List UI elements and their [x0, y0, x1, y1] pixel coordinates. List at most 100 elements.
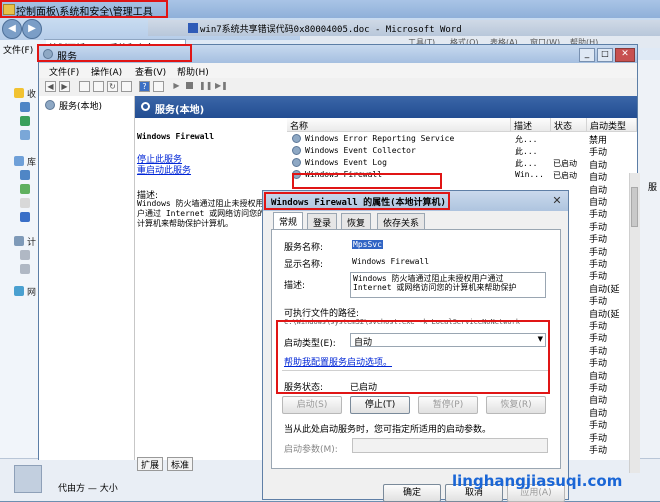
- close-button[interactable]: ✕: [615, 48, 635, 62]
- table-row[interactable]: Windows Error Reporting Service 允...: [287, 133, 627, 145]
- menu-action[interactable]: 操作(A): [91, 65, 122, 78]
- forward-icon[interactable]: ▶: [59, 81, 70, 92]
- start-params-label: 启动参数(M):: [284, 445, 338, 455]
- services-gear-icon: [45, 100, 55, 110]
- tab-extended[interactable]: 扩展: [137, 457, 164, 471]
- back-icon[interactable]: ◀: [45, 81, 56, 92]
- startup-type-cell: 手动: [589, 247, 608, 258]
- properties-icon[interactable]: [93, 81, 104, 92]
- folder-icon: [3, 4, 15, 15]
- column-header-description[interactable]: 描述: [511, 118, 551, 132]
- stop-button[interactable]: 停止(T): [350, 396, 410, 414]
- startup-type-cell: 自动: [589, 185, 608, 196]
- close-icon[interactable]: ✕: [550, 194, 564, 207]
- restart-icon[interactable]: ▶❚: [215, 81, 228, 92]
- column-label: 名称: [290, 122, 309, 132]
- restart-service-link[interactable]: 重启动此服务: [137, 163, 191, 176]
- nav-computer[interactable]: 计: [27, 235, 36, 248]
- service-name-value[interactable]: MpsSvc: [352, 240, 383, 249]
- start-params-input[interactable]: [352, 438, 548, 453]
- startup-type-cell: 手动: [589, 148, 608, 159]
- watermark: linghangjiasuqi.com: [452, 472, 623, 490]
- drive-icon: [20, 264, 30, 274]
- description-field[interactable]: Windows 防火墙通过阻止未授权用户通过 Internet 或网络访问您的计…: [350, 272, 546, 298]
- show-hide-icon[interactable]: [153, 81, 164, 92]
- button-label: 确定: [402, 488, 421, 498]
- services-app-icon: [43, 49, 53, 59]
- explorer-title: 控制面板\系统和安全\管理工具: [16, 7, 153, 18]
- startup-type-cell: 手动: [589, 334, 608, 345]
- services-pane-header: 服务(本地): [135, 96, 637, 118]
- start-params-note: 当从此处启动服务时，您可指定所适用的启动参数。: [284, 425, 492, 435]
- library-icon: [14, 156, 24, 166]
- tab-dependencies[interactable]: 依存关系: [377, 213, 426, 229]
- dialog-title-bar: Windows Firewall 的属性(本地计算机) ✕: [263, 191, 568, 211]
- start-button[interactable]: 启动(S): [282, 396, 342, 414]
- resume-button[interactable]: 恢复(R): [486, 396, 546, 414]
- console-tree-icon[interactable]: [79, 81, 90, 92]
- table-row-selected[interactable]: Windows Firewall Win... 已启动: [287, 169, 627, 181]
- start-icon[interactable]: ▶: [171, 81, 182, 92]
- forward-icon[interactable]: ▶: [22, 19, 42, 39]
- column-header-name[interactable]: 名称: [287, 118, 511, 132]
- tab-label: 登录: [313, 219, 332, 229]
- startup-type-cell: 手动: [589, 272, 608, 283]
- tab-label: 常规: [279, 218, 298, 228]
- pause-button[interactable]: 暂停(P): [418, 396, 478, 414]
- help-icon[interactable]: ?: [139, 81, 150, 92]
- services-title-bar: 服务 _ □ ✕: [39, 45, 637, 63]
- service-description: 此...: [515, 159, 538, 168]
- tab-general[interactable]: 常规: [273, 212, 304, 230]
- startup-type-cell: 自动: [589, 396, 608, 407]
- service-status-label: 服务状态:: [284, 383, 324, 393]
- favorites-icon: [14, 88, 24, 98]
- chevron-down-icon[interactable]: ▼: [538, 335, 543, 343]
- service-properties-dialog: Windows Firewall 的属性(本地计算机) ✕ 常规 登录 恢复 依…: [262, 190, 569, 502]
- tree-item-services-local[interactable]: 服务(本地): [59, 99, 102, 112]
- menu-help[interactable]: 帮助(H): [177, 65, 209, 78]
- services-menu-bar: 文件(F) 操作(A) 查看(V) 帮助(H): [39, 63, 637, 78]
- startup-type-select[interactable]: 自动 ▼: [350, 333, 546, 348]
- tab-recovery[interactable]: 恢复: [341, 213, 372, 229]
- services-icon: [14, 465, 42, 493]
- general-tab-panel: 服务名称: MpsSvc 显示名称: Windows Firewall 描述: …: [271, 229, 561, 469]
- refresh-icon[interactable]: ↻: [107, 81, 118, 92]
- tab-logon[interactable]: 登录: [307, 213, 338, 229]
- startup-help-link[interactable]: 帮助我配置服务启动选项。: [284, 355, 392, 368]
- list-scrollbar[interactable]: [629, 173, 640, 473]
- scrollbar-thumb[interactable]: [631, 187, 638, 227]
- table-row[interactable]: Windows Event Collector 此...: [287, 145, 627, 157]
- column-header-status[interactable]: 状态: [551, 118, 587, 132]
- display-name-value: Windows Firewall: [352, 257, 430, 266]
- table-row[interactable]: Windows Event Log 此... 已启动: [287, 157, 627, 169]
- ok-button[interactable]: 确定: [383, 484, 441, 502]
- export-icon[interactable]: [121, 81, 132, 92]
- music-icon: [20, 212, 30, 222]
- back-icon[interactable]: ◀: [2, 19, 22, 39]
- nav-favorites[interactable]: 收: [27, 87, 36, 100]
- tab-label: 依存关系: [383, 219, 420, 229]
- startup-type-cell: 自动: [589, 371, 608, 382]
- nav-network[interactable]: 网: [27, 285, 36, 298]
- word-title: win7系统共享错误代码0x80004005.doc - Microsoft W…: [200, 25, 462, 35]
- tab-label: 扩展: [141, 461, 160, 471]
- maximize-button[interactable]: □: [597, 48, 613, 62]
- menu-file[interactable]: 文件(F): [3, 43, 33, 56]
- startup-type-cell: 手动: [589, 297, 608, 308]
- tab-label: 标准: [171, 461, 190, 471]
- menu-view[interactable]: 查看(V): [135, 65, 166, 78]
- service-name: Windows Firewall: [305, 170, 383, 179]
- column-header-startup-type[interactable]: 启动类型: [587, 118, 637, 132]
- drive-icon: [20, 250, 30, 260]
- startup-type-cell: 自动: [589, 160, 608, 171]
- menu-file[interactable]: 文件(F): [49, 65, 79, 78]
- startup-type-cell: 自动: [589, 198, 608, 208]
- stop-icon[interactable]: [185, 81, 196, 92]
- minimize-button[interactable]: _: [579, 48, 595, 62]
- service-gear-icon: [292, 170, 301, 179]
- selected-service-name: Windows Firewall: [137, 132, 215, 141]
- service-description: 允...: [515, 135, 538, 144]
- pause-icon[interactable]: ❚❚: [199, 81, 212, 92]
- nav-library[interactable]: 库: [27, 155, 36, 168]
- tab-standard[interactable]: 标准: [167, 457, 194, 471]
